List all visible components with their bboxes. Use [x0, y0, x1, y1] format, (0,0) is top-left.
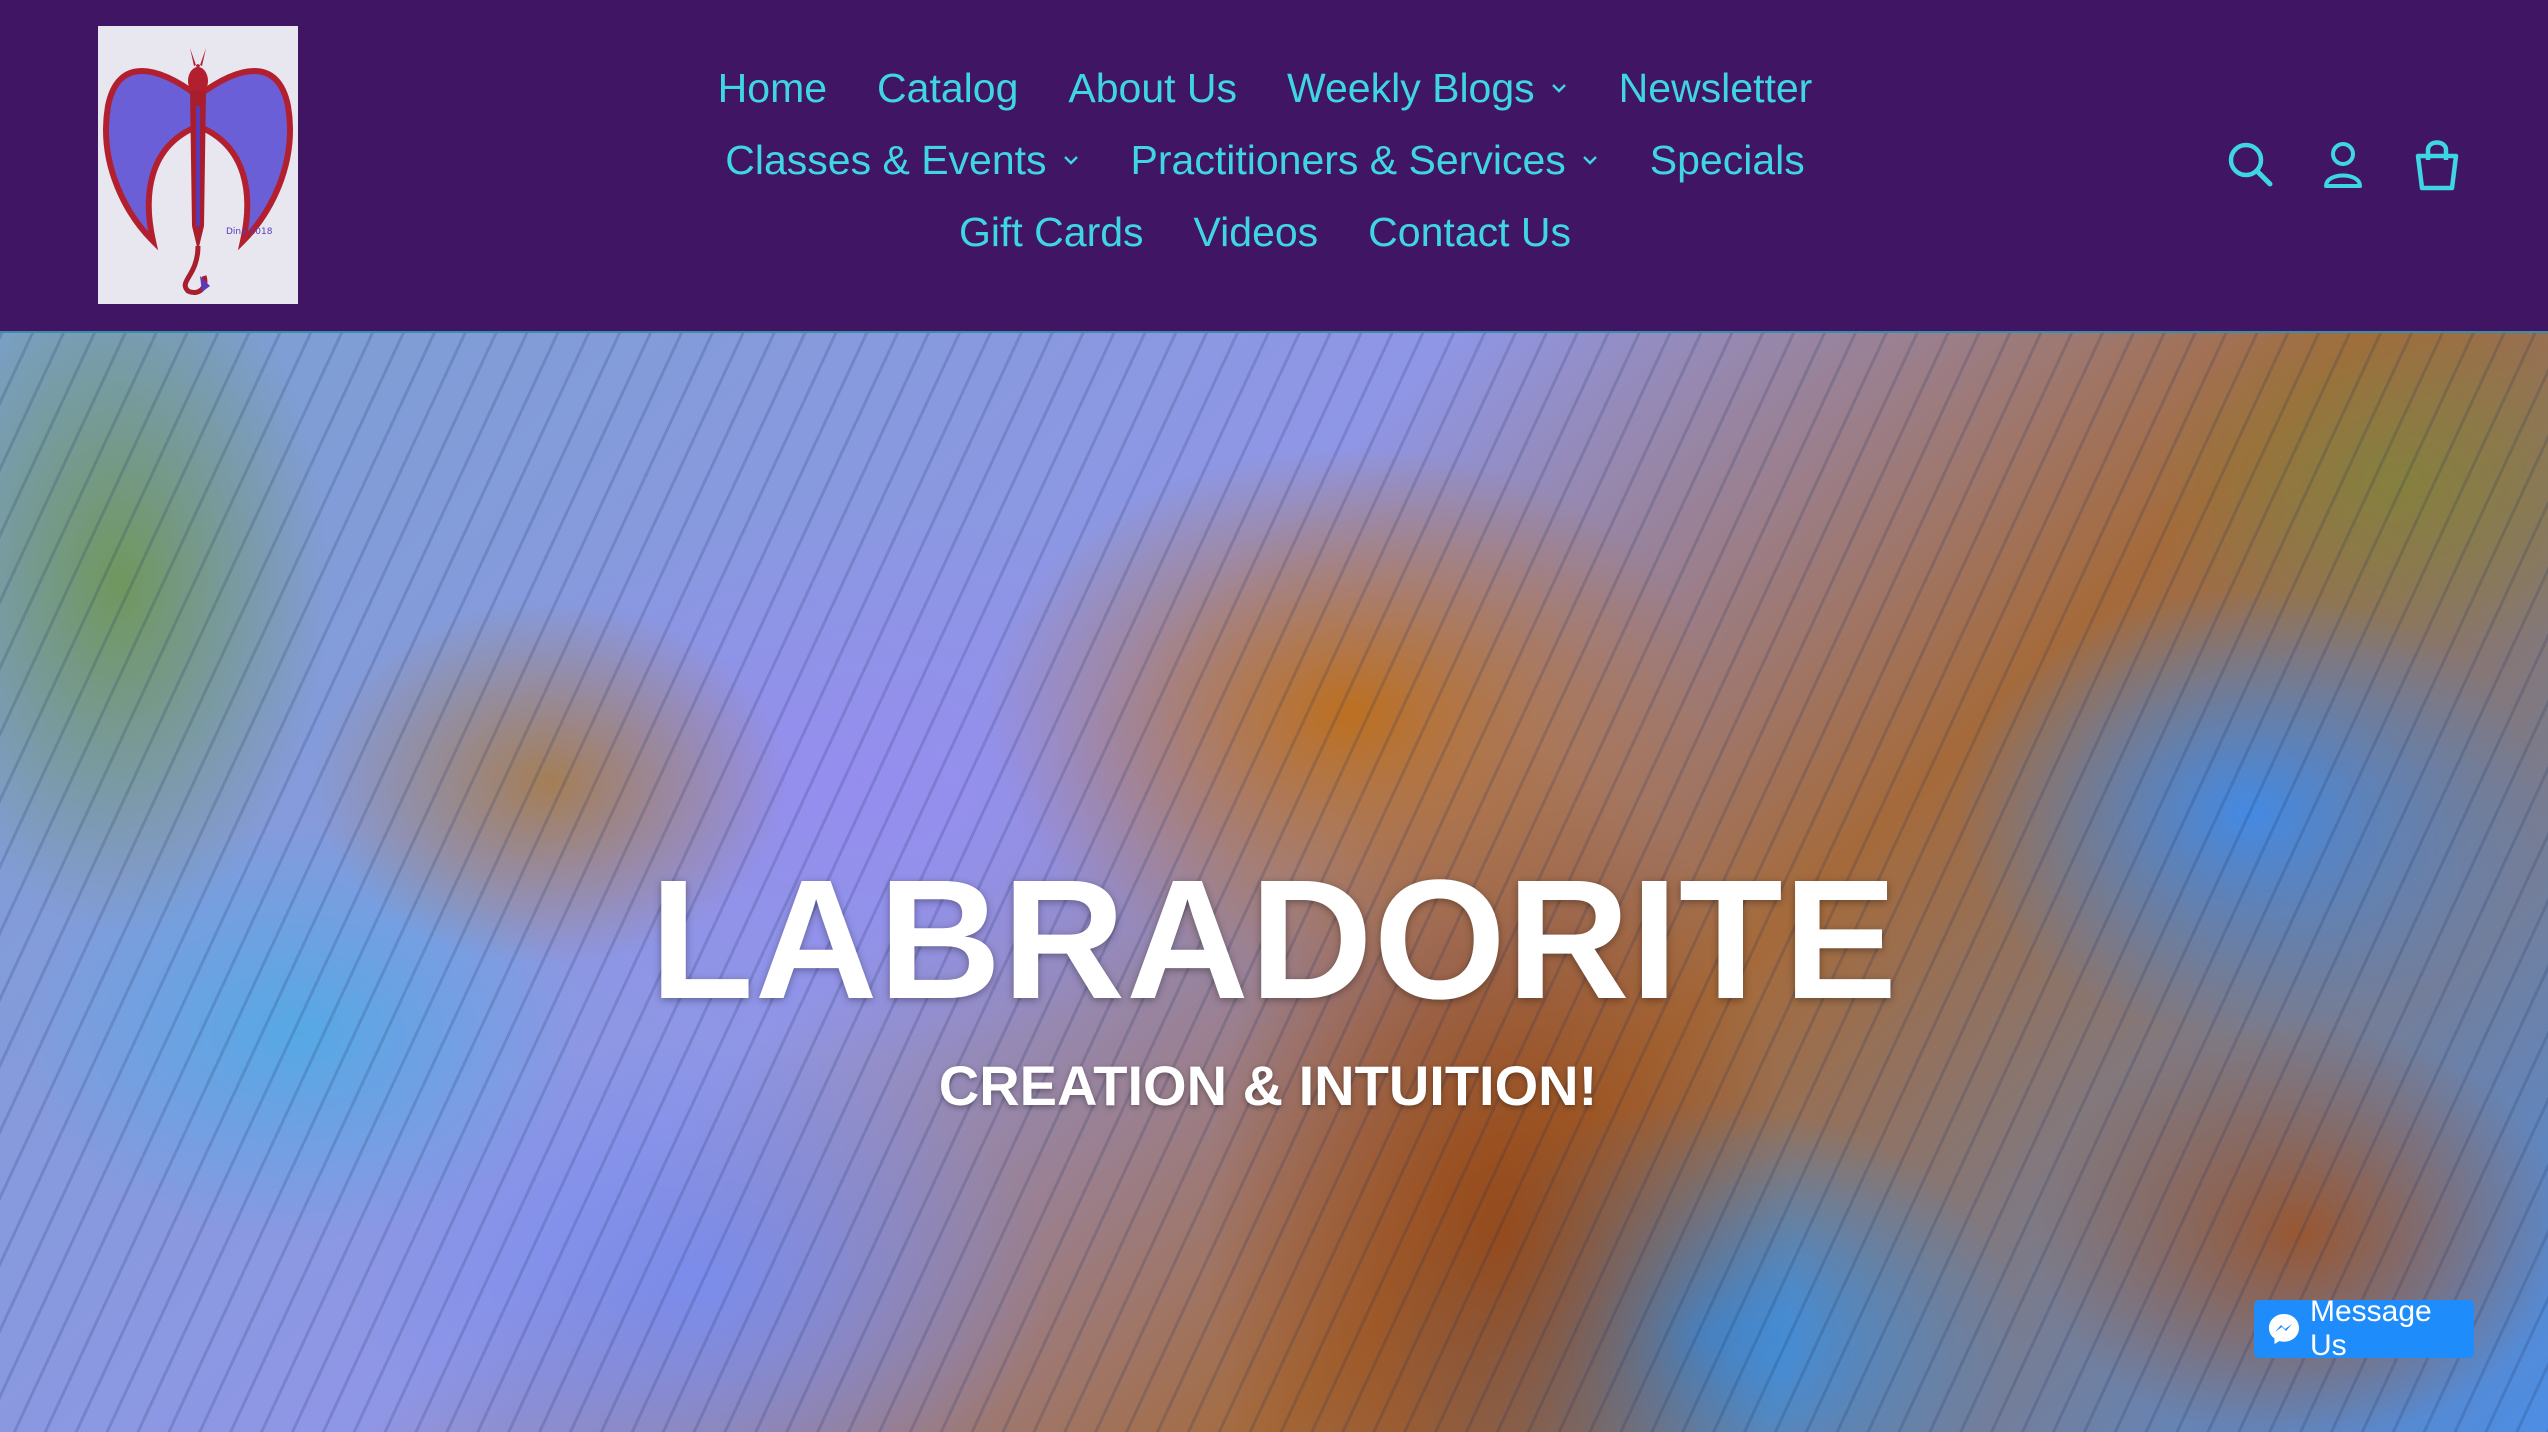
- nav-item-newsletter[interactable]: Newsletter: [1619, 52, 1813, 124]
- nav-row-2: Classes & Events Practitioners & Service…: [700, 124, 1830, 196]
- site-logo[interactable]: Dina 2018: [98, 26, 298, 304]
- message-us-button[interactable]: Message Us: [2254, 1295, 2474, 1362]
- nav-item-classes-events[interactable]: Classes & Events: [725, 124, 1080, 196]
- header-icons: [2228, 136, 2548, 196]
- nav-item-contact-us[interactable]: Contact Us: [1368, 196, 1571, 268]
- nav-item-gift-cards[interactable]: Gift Cards: [959, 196, 1144, 268]
- account-icon[interactable]: [2316, 136, 2370, 194]
- search-icon[interactable]: [2224, 136, 2278, 194]
- cart-icon[interactable]: [2410, 136, 2464, 194]
- hero-banner: LABRADORITE CREATION & INTUITION!: [0, 333, 2548, 1432]
- nav-item-home[interactable]: Home: [718, 52, 827, 124]
- chevron-down-icon: [1061, 150, 1081, 170]
- message-us-label: Message Us: [2310, 1295, 2432, 1362]
- nav-row-1: Home Catalog About Us Weekly Blogs Newsl…: [693, 52, 1838, 124]
- site-header: Dina 2018 Home Catalog About Us Weekly B…: [0, 0, 2548, 333]
- chevron-down-icon: [1549, 78, 1569, 98]
- messenger-icon: [2266, 1311, 2302, 1347]
- hero-title: LABRADORITE: [649, 845, 1899, 1035]
- dragon-logo-icon: Dina 2018: [98, 26, 298, 304]
- main-navigation: Home Catalog About Us Weekly Blogs Newsl…: [620, 52, 1910, 268]
- chevron-down-icon: [1580, 150, 1600, 170]
- nav-item-about-us[interactable]: About Us: [1068, 52, 1237, 124]
- hero-subtitle: CREATION & INTUITION!: [938, 1054, 1598, 1117]
- nav-item-catalog[interactable]: Catalog: [877, 52, 1018, 124]
- svg-text:Dina 2018: Dina 2018: [226, 227, 273, 237]
- nav-item-videos[interactable]: Videos: [1194, 196, 1319, 268]
- nav-item-specials[interactable]: Specials: [1650, 124, 1805, 196]
- nav-row-3: Gift Cards Videos Contact Us: [934, 196, 1596, 268]
- nav-item-weekly-blogs[interactable]: Weekly Blogs: [1287, 52, 1569, 124]
- nav-item-practitioners-services[interactable]: Practitioners & Services: [1131, 124, 1600, 196]
